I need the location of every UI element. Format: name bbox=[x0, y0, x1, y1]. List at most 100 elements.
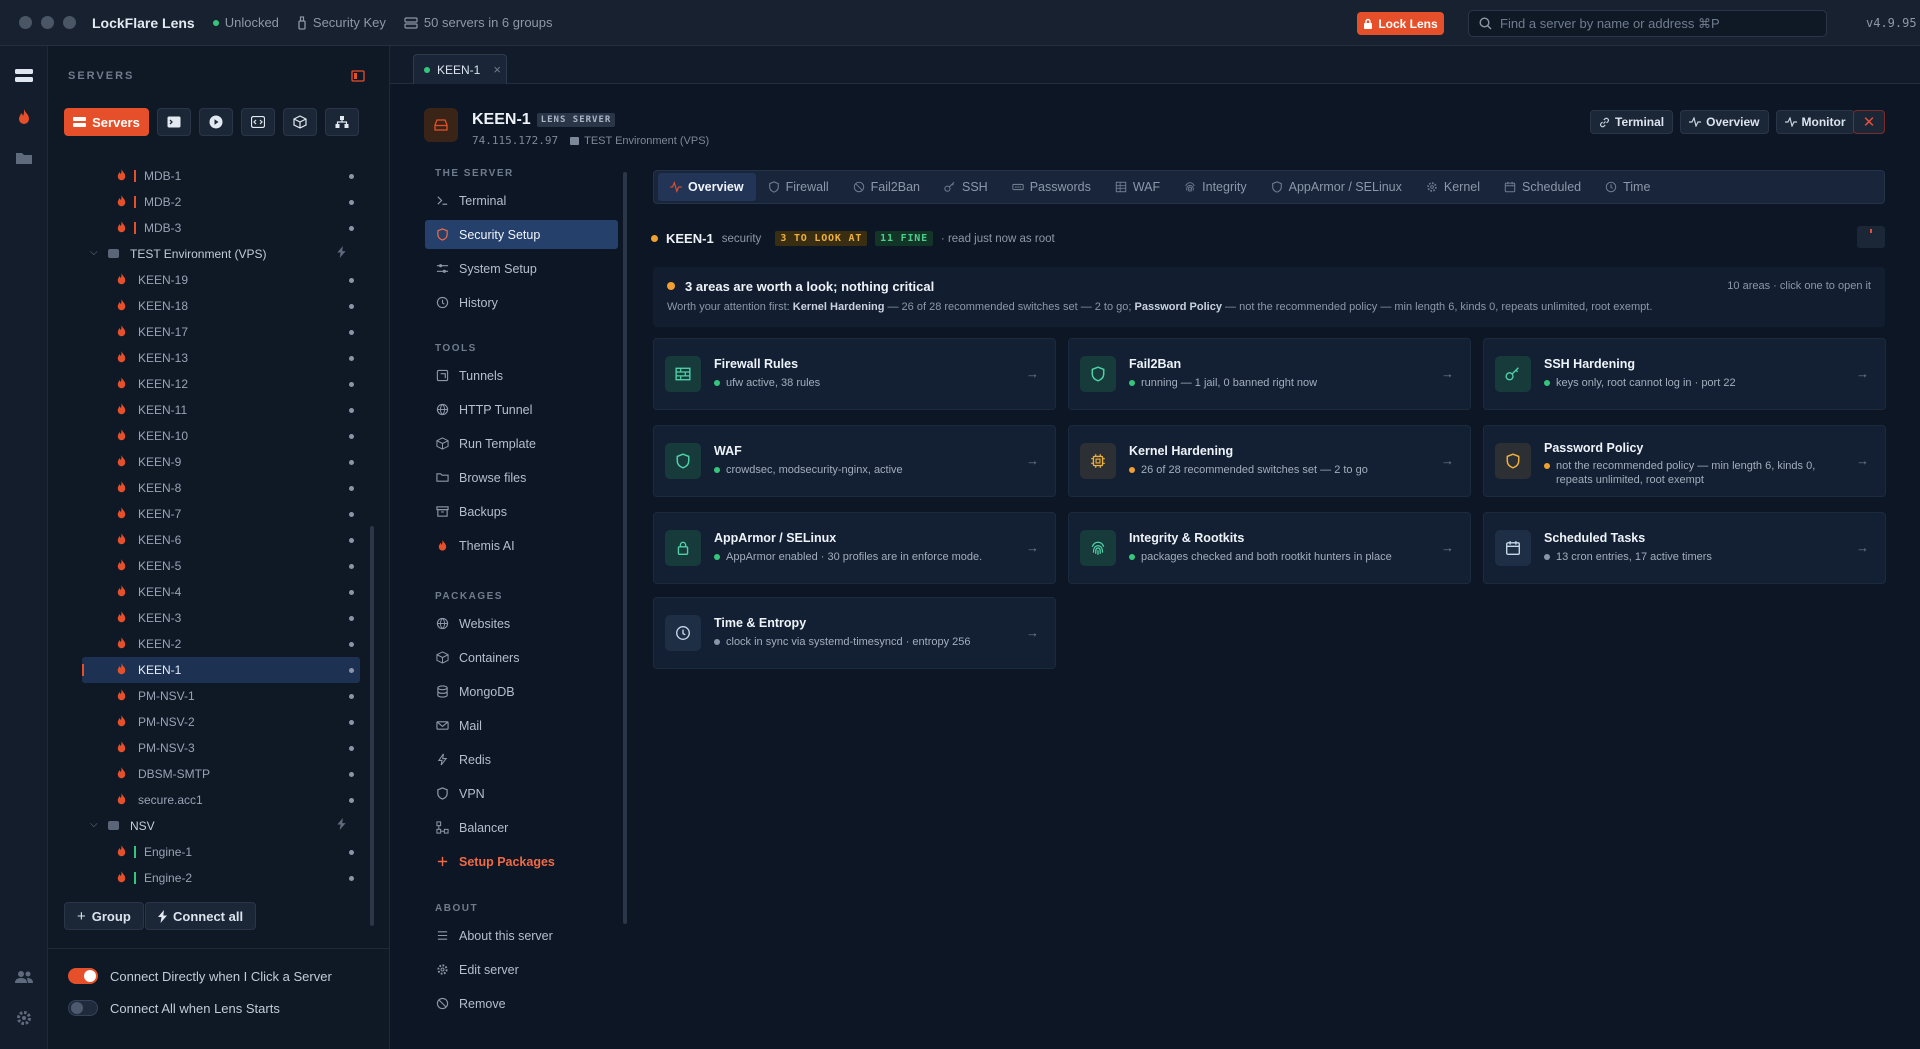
subnav-item-edit-server[interactable]: Edit server bbox=[425, 955, 618, 984]
subnav-item-themis-ai[interactable]: Themis AI bbox=[425, 531, 618, 560]
close-server-button[interactable]: ✕ bbox=[1853, 110, 1885, 134]
server-row[interactable]: KEEN-11 bbox=[82, 397, 360, 423]
server-row[interactable]: PM-NSV-2 bbox=[82, 709, 360, 735]
area-card-time-entropy[interactable]: Time & Entropy clock in sync via systemd… bbox=[653, 597, 1056, 669]
server-row[interactable]: KEEN-3 bbox=[82, 605, 360, 631]
subnav-item-system-setup[interactable]: System Setup bbox=[425, 254, 618, 283]
subnav-item-vpn[interactable]: VPN bbox=[425, 779, 618, 808]
subnav-item-browse-files[interactable]: Browse files bbox=[425, 463, 618, 492]
area-card-apparmor-selinux[interactable]: AppArmor / SELinux AppArmor enabled · 30… bbox=[653, 512, 1056, 584]
server-row[interactable]: PM-NSV-3 bbox=[82, 735, 360, 761]
tab-apparmor-selinux[interactable]: AppArmor / SELinux bbox=[1259, 173, 1414, 201]
tab-waf[interactable]: WAF bbox=[1103, 173, 1172, 201]
subnav-item-setup-packages[interactable]: Setup Packages bbox=[425, 847, 618, 876]
collapse-sidebar-icon[interactable] bbox=[351, 70, 365, 82]
subnav-item-containers[interactable]: Containers bbox=[425, 643, 618, 672]
subnav-item-tunnels[interactable]: Tunnels bbox=[425, 361, 618, 390]
maximize-window-button[interactable] bbox=[63, 16, 76, 29]
server-row[interactable]: KEEN-10 bbox=[82, 423, 360, 449]
server-row[interactable]: Engine-2 bbox=[82, 865, 360, 891]
sidebar-scrollbar[interactable] bbox=[370, 526, 374, 926]
area-card-password-policy[interactable]: Password Policy not the recommended poli… bbox=[1483, 425, 1886, 497]
overview-button[interactable]: Overview bbox=[1680, 110, 1769, 134]
subnav-item-balancer[interactable]: Balancer bbox=[425, 813, 618, 842]
server-row[interactable]: KEEN-13 bbox=[82, 345, 360, 371]
chevron-down-icon[interactable]: ⌵ bbox=[90, 247, 98, 258]
close-window-button[interactable] bbox=[19, 16, 32, 29]
connect-direct-toggle[interactable] bbox=[68, 968, 98, 984]
server-group-row[interactable]: ⌵ NSV bbox=[82, 813, 360, 839]
subnav-item-about-this-server[interactable]: About this server bbox=[425, 921, 618, 950]
server-group-row[interactable]: ⌵ TEST Environment (VPS) bbox=[82, 241, 360, 267]
server-row[interactable]: MDB-2 bbox=[82, 189, 360, 215]
subnav-item-redis[interactable]: Redis bbox=[425, 745, 618, 774]
connect-all-toggle[interactable] bbox=[68, 1000, 98, 1016]
servers-rail-icon[interactable] bbox=[13, 65, 35, 87]
summary-item1-name[interactable]: Kernel Hardening bbox=[793, 301, 885, 313]
chevron-down-icon[interactable]: ⌵ bbox=[90, 819, 98, 830]
server-row[interactable]: KEEN-17 bbox=[82, 319, 360, 345]
subnav-item-security-setup[interactable]: Security Setup bbox=[425, 220, 618, 249]
subnav-item-history[interactable]: History bbox=[425, 288, 618, 317]
subnav-item-backups[interactable]: Backups bbox=[425, 497, 618, 526]
area-card-fail2ban[interactable]: Fail2Ban running — 1 jail, 0 banned righ… bbox=[1068, 338, 1471, 410]
server-row[interactable]: DBSM-SMTP bbox=[82, 761, 360, 787]
tab-keen-1[interactable]: KEEN-1 × bbox=[413, 54, 507, 84]
subnav-scrollbar[interactable] bbox=[623, 172, 627, 924]
tab-scheduled[interactable]: Scheduled bbox=[1492, 173, 1593, 201]
package-tool-button[interactable] bbox=[283, 108, 317, 136]
server-row[interactable]: Engine-1 bbox=[82, 839, 360, 865]
server-row[interactable]: KEEN-7 bbox=[82, 501, 360, 527]
area-card-kernel-hardening[interactable]: Kernel Hardening 26 of 28 recommended sw… bbox=[1068, 425, 1471, 497]
terminal-tool-button[interactable] bbox=[157, 108, 191, 136]
folder-rail-icon[interactable] bbox=[13, 147, 35, 169]
subnav-item-terminal[interactable]: Terminal bbox=[425, 186, 618, 215]
security-key[interactable]: Security Key bbox=[297, 15, 386, 30]
subnav-item-remove[interactable]: Remove bbox=[425, 989, 618, 1018]
server-row[interactable]: secure.acc1 bbox=[82, 787, 360, 813]
area-card-scheduled-tasks[interactable]: Scheduled Tasks 13 cron entries, 17 acti… bbox=[1483, 512, 1886, 584]
subnav-item-run-template[interactable]: Run Template bbox=[425, 429, 618, 458]
server-row[interactable]: KEEN-1 bbox=[82, 657, 360, 683]
tab-firewall[interactable]: Firewall bbox=[756, 173, 841, 201]
server-row[interactable]: KEEN-8 bbox=[82, 475, 360, 501]
area-card-ssh-hardening[interactable]: SSH Hardening keys only, root cannot log… bbox=[1483, 338, 1886, 410]
summary-item2-name[interactable]: Password Policy bbox=[1135, 301, 1222, 313]
tab-passwords[interactable]: Passwords bbox=[1000, 173, 1103, 201]
settings-gear-icon[interactable] bbox=[13, 1007, 35, 1029]
server-row[interactable]: KEEN-2 bbox=[82, 631, 360, 657]
tab-ssh[interactable]: SSH bbox=[932, 173, 1000, 201]
minimize-window-button[interactable] bbox=[41, 16, 54, 29]
subnav-item-mail[interactable]: Mail bbox=[425, 711, 618, 740]
server-row[interactable]: MDB-3 bbox=[82, 215, 360, 241]
area-card-firewall-rules[interactable]: Firewall Rules ufw active, 38 rules → bbox=[653, 338, 1056, 410]
subnav-item-mongodb[interactable]: MongoDB bbox=[425, 677, 618, 706]
network-tool-button[interactable] bbox=[325, 108, 359, 136]
server-row[interactable]: KEEN-4 bbox=[82, 579, 360, 605]
lock-lens-button[interactable]: Lock Lens bbox=[1357, 12, 1444, 35]
server-row[interactable]: KEEN-5 bbox=[82, 553, 360, 579]
status-menu-button[interactable] bbox=[1857, 226, 1885, 248]
server-row[interactable]: KEEN-6 bbox=[82, 527, 360, 553]
area-card-waf[interactable]: WAF crowdsec, modsecurity-nginx, active … bbox=[653, 425, 1056, 497]
server-row[interactable]: KEEN-12 bbox=[82, 371, 360, 397]
tab-time[interactable]: Time bbox=[1593, 173, 1662, 201]
tab-integrity[interactable]: Integrity bbox=[1172, 173, 1258, 201]
area-card-integrity-rootkits[interactable]: Integrity & Rootkits packages checked an… bbox=[1068, 512, 1471, 584]
connect-group-bolt-icon[interactable] bbox=[337, 818, 346, 833]
terminal-button[interactable]: Terminal bbox=[1590, 110, 1674, 134]
tab-kernel[interactable]: Kernel bbox=[1414, 173, 1492, 201]
subnav-item-http-tunnel[interactable]: HTTP Tunnel bbox=[425, 395, 618, 424]
server-row[interactable]: KEEN-9 bbox=[82, 449, 360, 475]
subnav-item-websites[interactable]: Websites bbox=[425, 609, 618, 638]
add-group-button[interactable]: + Group bbox=[64, 902, 144, 930]
flame-rail-icon[interactable] bbox=[13, 106, 35, 128]
connect-all-button[interactable]: Connect all bbox=[145, 902, 257, 930]
tab-overview[interactable]: Overview bbox=[658, 173, 756, 201]
code-tool-button[interactable] bbox=[241, 108, 275, 136]
close-tab-icon[interactable]: × bbox=[493, 62, 501, 77]
server-row[interactable]: KEEN-18 bbox=[82, 293, 360, 319]
tab-fail2ban[interactable]: Fail2Ban bbox=[841, 173, 932, 201]
connect-group-bolt-icon[interactable] bbox=[337, 246, 346, 261]
server-row[interactable]: PM-NSV-1 bbox=[82, 683, 360, 709]
